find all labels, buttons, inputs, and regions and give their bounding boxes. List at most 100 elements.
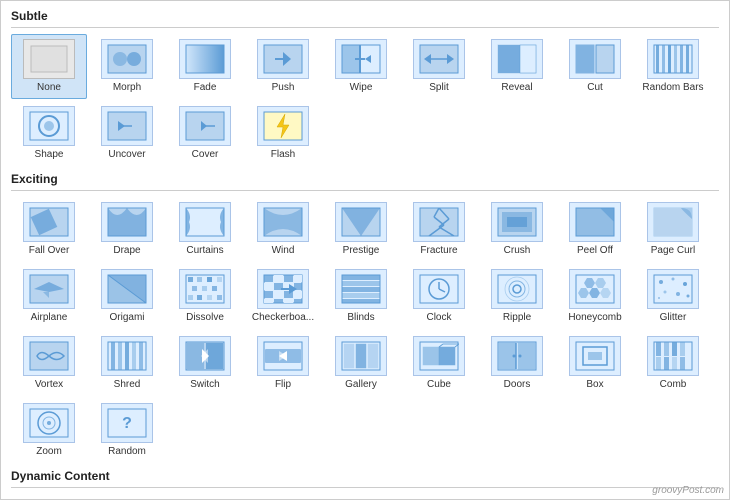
item-gallery[interactable]: Gallery: [323, 331, 399, 396]
icon-wipe: [335, 39, 387, 79]
icon-switch: [179, 336, 231, 376]
item-pan[interactable]: Pan: [11, 494, 87, 500]
item-clock[interactable]: Clock: [401, 264, 477, 329]
icon-push: [257, 39, 309, 79]
icon-doors: [491, 336, 543, 376]
item-page-curl[interactable]: Page Curl: [635, 197, 711, 262]
item-drape[interactable]: Drape: [89, 197, 165, 262]
item-uncover[interactable]: Uncover: [89, 101, 165, 166]
item-rotate[interactable]: Rotate: [245, 494, 321, 500]
icon-page-curl: [647, 202, 699, 242]
item-orbit[interactable]: Orbit: [401, 494, 477, 500]
item-cover[interactable]: Cover: [167, 101, 243, 166]
icon-cube: [413, 336, 465, 376]
section-dynamic: Dynamic Content: [11, 469, 719, 483]
icon-cut: [569, 39, 621, 79]
icon-gallery: [335, 336, 387, 376]
item-conveyor[interactable]: Conveyor: [167, 494, 243, 500]
icon-cover: [179, 106, 231, 146]
icon-box: [569, 336, 621, 376]
item-crush[interactable]: Crush: [479, 197, 555, 262]
item-origami[interactable]: Origami: [89, 264, 165, 329]
icon-airplane: [23, 269, 75, 309]
icon-blinds: [335, 269, 387, 309]
icon-checkerboard: [257, 269, 309, 309]
item-honeycomb[interactable]: Honeycomb: [557, 264, 633, 329]
item-airplane[interactable]: Airplane: [11, 264, 87, 329]
item-ripple[interactable]: Ripple: [479, 264, 555, 329]
icon-clock: [413, 269, 465, 309]
item-curtains[interactable]: Curtains: [167, 197, 243, 262]
item-none[interactable]: None: [11, 34, 87, 99]
item-cube[interactable]: Cube: [401, 331, 477, 396]
item-comb[interactable]: Comb: [635, 331, 711, 396]
icon-random: ?: [101, 403, 153, 443]
item-checkerboard[interactable]: Checkerboa...: [245, 264, 321, 329]
item-morph[interactable]: Morph: [89, 34, 165, 99]
item-shape[interactable]: Shape: [11, 101, 87, 166]
icon-random-bars: [647, 39, 699, 79]
section-exciting: Exciting: [11, 172, 719, 186]
item-vortex[interactable]: Vortex: [11, 331, 87, 396]
icon-uncover: [101, 106, 153, 146]
item-dissolve[interactable]: Dissolve: [167, 264, 243, 329]
icon-morph: [101, 39, 153, 79]
icon-honeycomb: [569, 269, 621, 309]
icon-fall-over: [23, 202, 75, 242]
item-fall-over[interactable]: Fall Over: [11, 197, 87, 262]
item-switch[interactable]: Switch: [167, 331, 243, 396]
icon-curtains: [179, 202, 231, 242]
icon-peel-off: [569, 202, 621, 242]
icon-prestige: [335, 202, 387, 242]
item-glitter[interactable]: Glitter: [635, 264, 711, 329]
item-ferris-wheel[interactable]: Ferris Wheel: [89, 494, 165, 500]
icon-fracture: [413, 202, 465, 242]
icon-origami: [101, 269, 153, 309]
svg-text:?: ?: [122, 415, 132, 432]
item-random-bars[interactable]: Random Bars: [635, 34, 711, 99]
item-shred[interactable]: Shred: [89, 331, 165, 396]
item-blinds[interactable]: Blinds: [323, 264, 399, 329]
icon-shape: [23, 106, 75, 146]
subtle-grid: None Morph Fade Push Wipe: [11, 34, 719, 166]
item-fracture[interactable]: Fracture: [401, 197, 477, 262]
item-wind[interactable]: Wind: [245, 197, 321, 262]
icon-reveal: [491, 39, 543, 79]
icon-crush: [491, 202, 543, 242]
item-random[interactable]: ? Random: [89, 398, 165, 463]
item-flash[interactable]: Flash: [245, 101, 321, 166]
watermark: groovyPost.com: [652, 485, 724, 496]
item-reveal[interactable]: Reveal: [479, 34, 555, 99]
item-cut[interactable]: Cut: [557, 34, 633, 99]
item-wipe[interactable]: Wipe: [323, 34, 399, 99]
icon-comb: [647, 336, 699, 376]
item-fly-through[interactable]: Fly Through: [479, 494, 555, 500]
icon-glitter: [647, 269, 699, 309]
item-prestige[interactable]: Prestige: [323, 197, 399, 262]
item-window[interactable]: Window: [323, 494, 399, 500]
icon-fade: [179, 39, 231, 79]
icon-none: [23, 39, 75, 79]
icon-split: [413, 39, 465, 79]
dynamic-grid: Pan Ferris Wheel: [11, 494, 719, 500]
item-split[interactable]: Split: [401, 34, 477, 99]
icon-ripple: [491, 269, 543, 309]
icon-zoom: [23, 403, 75, 443]
item-doors[interactable]: Doors: [479, 331, 555, 396]
item-push[interactable]: Push: [245, 34, 321, 99]
exciting-grid: Fall Over Drape Curtains Wind: [11, 197, 719, 463]
item-flip[interactable]: Flip: [245, 331, 321, 396]
item-peel-off[interactable]: Peel Off: [557, 197, 633, 262]
icon-shred: [101, 336, 153, 376]
transitions-panel: Subtle None Morph Fade Push: [0, 0, 730, 500]
item-fade[interactable]: Fade: [167, 34, 243, 99]
icon-dissolve: [179, 269, 231, 309]
icon-flash: [257, 106, 309, 146]
icon-flip: [257, 336, 309, 376]
icon-drape: [101, 202, 153, 242]
item-box[interactable]: Box: [557, 331, 633, 396]
item-zoom[interactable]: Zoom: [11, 398, 87, 463]
icon-vortex: [23, 336, 75, 376]
icon-wind: [257, 202, 309, 242]
section-subtle: Subtle: [11, 9, 719, 23]
